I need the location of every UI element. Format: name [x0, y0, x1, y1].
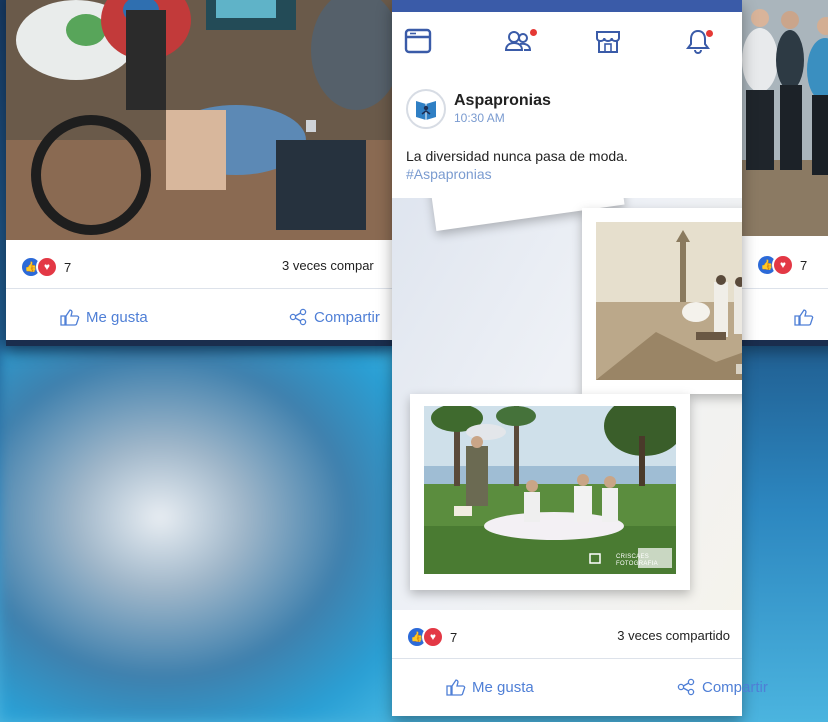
reactions-summary[interactable]: 👍 ♥ 7	[20, 256, 71, 278]
like-button[interactable]: Me gusta	[60, 308, 148, 326]
share-button[interactable]: Compartir	[676, 678, 768, 696]
card-bottom-strip	[6, 340, 392, 346]
thumbs-up-icon	[794, 309, 814, 326]
reaction-count: 7	[800, 257, 808, 273]
share-count[interactable]: 3 veces compar	[282, 258, 374, 273]
thumbs-up-icon	[60, 309, 80, 326]
polaroid-photo-beach[interactable]	[582, 208, 742, 394]
divider	[6, 288, 392, 289]
photo-watermark: CRISCAES FOTOGRAFIA	[616, 554, 658, 567]
love-reaction-icon: ♥	[422, 626, 444, 648]
notification-dot	[706, 30, 713, 37]
reactions-summary-right[interactable]: 👍 ♥ 7	[756, 254, 807, 276]
browser-icon[interactable]	[404, 28, 432, 54]
picnic-photo	[424, 406, 676, 574]
background-blur	[0, 350, 400, 722]
beach-photo	[596, 222, 742, 380]
divider	[392, 658, 742, 659]
share-label: Compartir	[702, 678, 768, 696]
like-button-right[interactable]	[794, 308, 814, 326]
post-timestamp[interactable]: 10:30 AM	[454, 111, 505, 125]
post-header: Aspapronias 10:30 AM La diversidad nunca…	[392, 68, 742, 198]
share-button[interactable]: Compartir	[288, 308, 380, 326]
post-photo-group-right[interactable]	[740, 0, 828, 236]
friends-icon[interactable]	[504, 28, 532, 54]
top-accent-strip	[392, 0, 742, 12]
share-icon	[677, 678, 695, 696]
photo-illustration-right	[740, 0, 828, 236]
reaction-count: 7	[450, 629, 458, 645]
post-hashtag[interactable]: #Aspapronias	[406, 166, 492, 182]
reaction-count: 7	[64, 259, 72, 275]
post-card-center: Aspapronias 10:30 AM La diversidad nunca…	[392, 0, 768, 716]
polaroid-photo-picnic[interactable]: CRISCAES FOTOGRAFIA	[410, 394, 690, 590]
thumbs-up-icon	[446, 679, 466, 696]
photo-illustration	[6, 0, 392, 240]
card-bottom-strip	[740, 340, 828, 346]
like-label: Me gusta	[472, 678, 534, 696]
like-button[interactable]: Me gusta	[446, 678, 534, 696]
avatar[interactable]	[406, 89, 446, 129]
notification-dot	[530, 29, 537, 36]
love-reaction-icon: ♥	[36, 256, 58, 278]
post-card-left: 👍 ♥ 7 3 veces compar Me gusta Compartir	[6, 0, 392, 346]
post-image-area[interactable]: CRISCAES FOTOGRAFIA	[392, 198, 742, 610]
share-icon	[289, 308, 307, 326]
post-author[interactable]: Aspapronias	[454, 92, 551, 110]
share-label: Compartir	[314, 308, 380, 326]
divider	[740, 288, 828, 289]
page-logo-icon	[416, 101, 436, 120]
love-reaction-icon: ♥	[772, 254, 794, 276]
post-photo-group[interactable]	[6, 0, 392, 240]
like-label: Me gusta	[86, 308, 148, 326]
post-card-right: 👍 ♥ 7	[740, 0, 828, 346]
share-count[interactable]: 3 veces compartido	[617, 628, 730, 643]
store-icon[interactable]	[594, 28, 622, 54]
post-text: La diversidad nunca pasa de moda.	[406, 148, 628, 164]
reactions-summary[interactable]: 👍 ♥ 7	[406, 626, 457, 648]
app-navbar	[392, 12, 742, 69]
post-footer: 👍 ♥ 7 3 veces compartido Me gusta Compar…	[392, 610, 768, 716]
